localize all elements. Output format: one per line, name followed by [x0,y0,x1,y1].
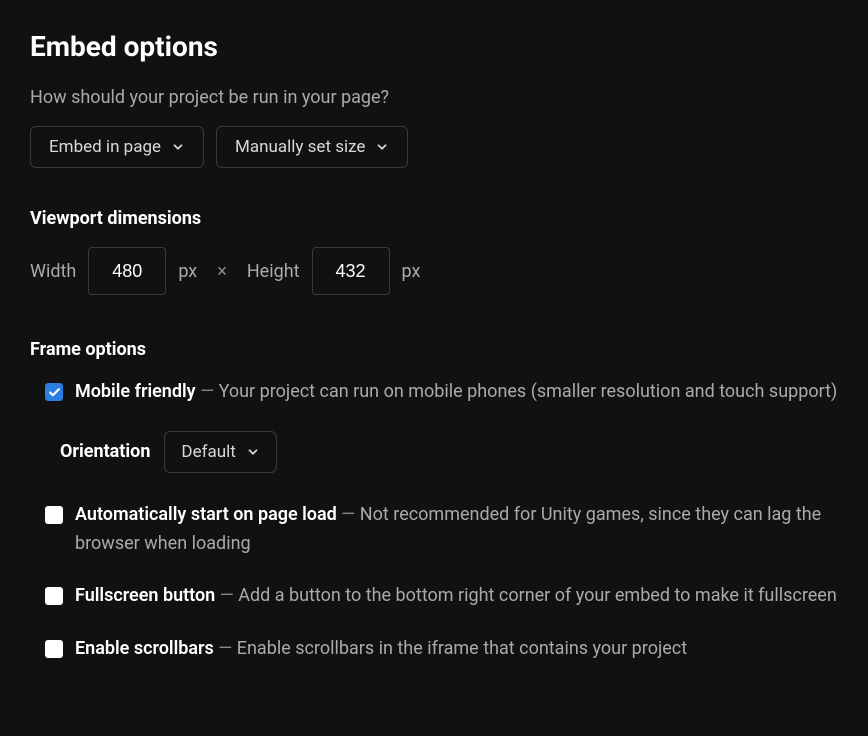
dash: — [214,638,237,659]
fullscreen-checkbox[interactable] [45,587,63,605]
orientation-value: Default [181,442,235,462]
page-title: Embed options [30,30,838,63]
embed-mode-dropdown[interactable]: Embed in page [30,126,204,168]
scrollbars-checkbox[interactable] [45,640,63,658]
chevron-down-icon [246,445,260,459]
fullscreen-label: Fullscreen button [75,585,215,606]
scrollbars-label: Enable scrollbars [75,638,214,659]
fullscreen-text: Fullscreen button — Add a button to the … [75,582,838,611]
height-unit: px [402,261,421,282]
mobile-friendly-description: Your project can run on mobile phones (s… [219,381,838,402]
mobile-friendly-option: Mobile friendly — Your project can run o… [30,378,838,407]
size-mode-dropdown[interactable]: Manually set size [216,126,408,168]
orientation-dropdown[interactable]: Default [164,431,276,473]
chevron-down-icon [375,140,389,154]
scrollbars-description: Enable scrollbars in the iframe that con… [237,638,687,659]
dash: — [215,585,238,606]
viewport-header: Viewport dimensions [30,208,838,229]
autostart-option: Automatically start on page load — Not r… [30,501,838,559]
height-label: Height [247,261,300,282]
orientation-label: Orientation [60,441,150,462]
check-icon [48,386,61,399]
mobile-friendly-checkbox[interactable] [45,383,63,401]
autostart-checkbox[interactable] [45,506,63,524]
size-mode-value: Manually set size [235,137,365,157]
scrollbars-text: Enable scrollbars — Enable scrollbars in… [75,635,838,664]
autostart-text: Automatically start on page load — Not r… [75,501,838,559]
dropdown-row: Embed in page Manually set size [30,126,838,168]
fullscreen-option: Fullscreen button — Add a button to the … [30,582,838,611]
embed-question: How should your project be run in your p… [30,87,838,108]
frame-header: Frame options [30,339,838,360]
mobile-friendly-label: Mobile friendly [75,381,196,402]
width-unit: px [178,261,197,282]
width-input[interactable] [88,247,166,295]
autostart-label: Automatically start on page load [75,504,337,525]
height-input[interactable] [312,247,390,295]
width-label: Width [30,261,76,282]
mobile-friendly-text: Mobile friendly — Your project can run o… [75,378,838,407]
dimensions-row: Width px × Height px [30,247,838,295]
scrollbars-option: Enable scrollbars — Enable scrollbars in… [30,635,838,664]
chevron-down-icon [171,140,185,154]
dash: — [337,504,360,525]
orientation-row: Orientation Default [30,431,838,473]
fullscreen-description: Add a button to the bottom right corner … [238,585,837,606]
dash: — [196,381,219,402]
embed-mode-value: Embed in page [49,137,161,157]
times-symbol: × [217,261,227,282]
